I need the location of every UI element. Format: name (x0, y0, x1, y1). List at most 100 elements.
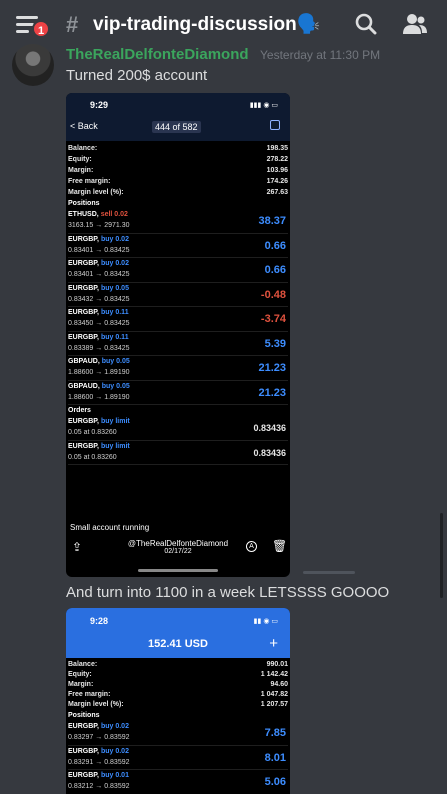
photo-caption: Small account running (70, 523, 150, 532)
account-row: Margin level (%): 1 207.57 (68, 700, 288, 710)
account-row: Margin: 103.96 (68, 165, 288, 176)
position-row: EURGBP, buy 0.02 0.83401 → 0.83425 0.66 (68, 258, 288, 283)
channel-header: 1 # vip-trading-discussion🗣️ (0, 0, 447, 48)
position-action: buy 0.11 (100, 333, 129, 341)
account-value: 1 207.57 (260, 701, 288, 708)
status-bar-icons: ▮▮▮ ◉ ▭ (249, 102, 278, 109)
symbol-name: EURGBP, (68, 723, 99, 730)
account-value: 198.35 (266, 145, 288, 152)
account-label: Balance: (68, 145, 98, 152)
phone-time: 9:29 (90, 100, 109, 110)
position-action: sell 0.02 (100, 211, 128, 218)
account-value: 174.26 (266, 178, 288, 185)
account-label: Equity: (68, 156, 92, 163)
order-price: 0.83436 (253, 447, 286, 458)
symbol-name: EURGBP, (68, 333, 99, 341)
position-symbol: EURGBP, buy 0.05 (68, 285, 129, 292)
position-profit: 38.37 (258, 215, 286, 227)
position-row: EURGBP, buy 0.05 0.83432 → 0.83425 -0.48 (68, 283, 288, 307)
phone-time-2: 9:28 (90, 616, 109, 626)
order-action: buy limit (100, 418, 130, 425)
account-value: 1 047.82 (260, 691, 288, 698)
attachment-image-2[interactable]: 9:28 ▮▮ ◉ ▭ 152.41 USD + Balance: 990.01 E… (66, 608, 290, 794)
chat-scrollbar[interactable] (440, 513, 443, 598)
account-row: Equity: 278.22 (68, 154, 288, 165)
account-summary: Balance: 198.35 Equity: 278.22 Margin: 103.96… (68, 143, 288, 465)
message-timestamp: Yesterday at 11:30 PM (260, 48, 381, 62)
order-symbol: EURGBP, buy limit (68, 418, 130, 425)
position-row: ETHUSD, sell 0.02 3163.15 → 2971.30 38.37 (68, 209, 288, 234)
message-author[interactable]: TheRealDelfonteDiamond (66, 46, 249, 63)
watermark: @TheRealDelfonteDiamond 02/17/22 (127, 539, 229, 555)
account-row: Free margin: 1 047.82 (68, 690, 288, 700)
account-row: Balance: 198.35 (68, 143, 288, 154)
message-text: Turned 200$ account (66, 67, 208, 84)
position-row: EURGBP, buy 0.11 0.83450 → 0.83425 -3.74 (68, 307, 288, 332)
mt-topbar: 9:29 ▮▮▮ ◉ ▭ < Back 444 of 582 (66, 93, 290, 141)
position-prices: 0.83401 → 0.83425 (68, 246, 130, 254)
position-profit: 0.66 (264, 239, 286, 252)
account-row: Margin level (%): 267.63 (68, 187, 288, 198)
position-action: buy 0.11 (100, 309, 129, 316)
order-detail: 0.05 at 0.83260 (68, 453, 117, 461)
position-row: GBPAUD, buy 0.05 1.88600 → 1.89190 21.23 (68, 381, 288, 405)
position-profit: 5.06 (264, 776, 286, 788)
search-icon[interactable] (355, 13, 377, 35)
mt-topbar-2: 9:28 ▮▮ ◉ ▭ 152.41 USD + (66, 608, 290, 658)
photo-pager: 444 of 582 (152, 121, 201, 133)
position-prices: 0.83297 → 0.83592 (68, 734, 130, 741)
position-symbol: ETHUSD, sell 0.02 (68, 211, 128, 218)
account-summary-2: Balance: 990.01 Equity: 1 142.42 Margin: 94.6… (68, 660, 288, 794)
position-profit: -3.74 (260, 313, 286, 325)
position-action: buy 0.02 (100, 235, 129, 243)
position-symbol: EURGBP, buy 0.02 (68, 260, 129, 267)
position-action: buy 0.02 (100, 723, 129, 730)
account-value: 103.96 (266, 167, 288, 174)
author-avatar[interactable] (12, 44, 54, 86)
position-prices: 1.88600 → 1.89190 (68, 369, 130, 376)
position-profit: 7.85 (264, 727, 286, 739)
channel-hash-icon: # (66, 12, 79, 37)
back-button: < Back (70, 121, 98, 131)
account-label: Equity: (68, 671, 92, 678)
plus-icon: + (269, 635, 278, 652)
attachment-image-1[interactable]: 9:29 ▮▮▮ ◉ ▭ < Back 444 of 582 Balance: 1… (66, 93, 290, 577)
position-symbol: GBPAUD, buy 0.05 (68, 358, 130, 365)
positions-heading: Positions (68, 712, 100, 719)
position-symbol: EURGBP, buy 0.11 (68, 309, 129, 316)
position-symbol: EURGBP, buy 0.01 (68, 772, 129, 779)
symbol-name: EURGBP, (68, 284, 99, 292)
account-value: 990.01 (266, 661, 288, 668)
position-profit: 8.01 (264, 751, 286, 764)
position-symbol: EURGBP, buy 0.02 (68, 236, 129, 243)
position-action: buy 0.05 (101, 382, 130, 390)
position-row: GBPAUD, buy 0.05 1.88600 → 1.89190 21.23 (68, 356, 288, 381)
order-detail: 0.05 at 0.83260 (68, 429, 117, 436)
positions-heading: Positions (68, 200, 100, 207)
notification-badge: 1 (32, 20, 50, 38)
balance-title: 152.41 USD (148, 638, 208, 650)
status-bar-icons-2: ▮▮ ◉ ▭ (253, 618, 278, 625)
symbol-name: EURGBP, (68, 772, 99, 779)
position-row: EURGBP, buy 0.02 0.83291 → 0.83592 8.01 (68, 746, 288, 770)
position-row: EURGBP, buy 0.02 0.83297 → 0.83592 7.85 (68, 721, 288, 746)
members-icon[interactable] (402, 13, 428, 35)
position-symbol: EURGBP, buy 0.11 (68, 334, 129, 341)
account-value: 267.63 (266, 189, 288, 196)
account-label: Free margin: (68, 691, 111, 698)
symbol-name: EURGBP, (68, 260, 99, 267)
order-action: buy limit (100, 442, 130, 450)
order-row: EURGBP, buy limit 0.05 at 0.83260 0.83436 (68, 416, 288, 441)
channel-title: vip-trading-discussion🗣️ (93, 14, 321, 35)
position-action: buy 0.05 (100, 284, 129, 292)
position-prices: 0.83389 → 0.83425 (68, 344, 130, 352)
share-icon: ⇪ (72, 540, 83, 554)
account-label: Balance: (68, 661, 98, 668)
order-price: 0.83436 (253, 423, 286, 433)
position-prices: 0.83212 → 0.83592 (68, 783, 130, 790)
account-row: Balance: 990.01 (68, 660, 288, 670)
account-label: Margin level (%): (68, 701, 124, 708)
position-row: EURGBP, buy 0.11 0.83389 → 0.83425 5.39 (68, 332, 288, 356)
symbol-name: EURGBP, (68, 235, 99, 243)
order-row: EURGBP, buy limit 0.05 at 0.83260 0.83436 (68, 441, 288, 465)
